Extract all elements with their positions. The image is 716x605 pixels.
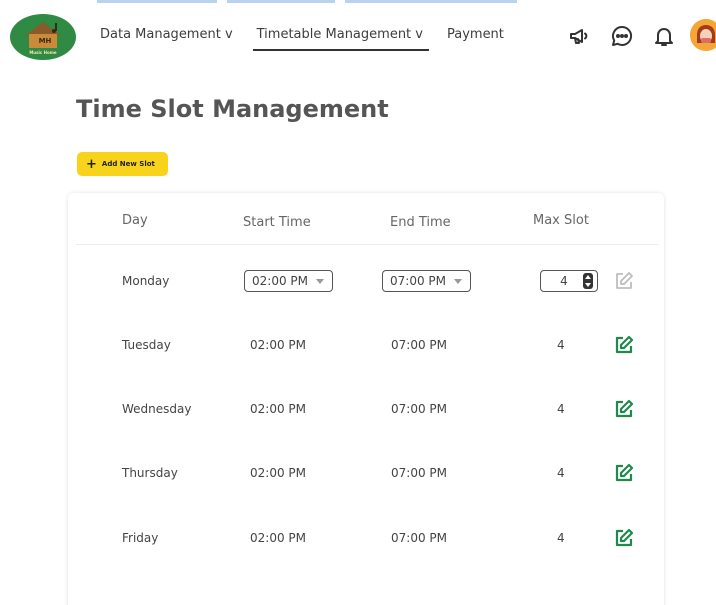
row-day: Thursday [122, 466, 178, 480]
table-row: Tuesday 02:00 PM 07:00 PM 4 [68, 335, 664, 402]
edit-icon[interactable] [614, 335, 634, 355]
nav-payment[interactable]: Payment [447, 27, 504, 42]
main-nav: Data Management v Timetable Management v… [100, 27, 528, 51]
start-time-select[interactable]: 02:00 PM [244, 270, 333, 292]
app-logo[interactable]: MH Music Home [10, 14, 76, 60]
table-row: Thursday 02:00 PM 07:00 PM 4 [68, 463, 664, 530]
chat-icon[interactable] [610, 24, 634, 48]
nav-data-management[interactable]: Data Management v [100, 27, 233, 42]
chevron-down-icon [316, 279, 324, 284]
row-max-slot: 4 [557, 402, 565, 416]
row-start-time: 02:00 PM [250, 466, 306, 480]
table-row: Wednesday 02:00 PM 07:00 PM 4 [68, 399, 664, 466]
row-day: Friday [122, 531, 159, 545]
max-slot-stepper[interactable]: 4 [540, 270, 598, 292]
plus-icon: + [86, 156, 97, 172]
time-slot-table: Day Start Time End Time Max Slot Monday … [68, 193, 664, 605]
logo-subtitle: Music Home [29, 50, 57, 55]
row-end-time: 07:00 PM [391, 531, 447, 545]
end-time-value: 07:00 PM [390, 274, 446, 288]
header-start-time: Start Time [243, 215, 311, 230]
header-max-slot: Max Slot [533, 213, 589, 228]
table-row-editing: Monday 02:00 PM 07:00 PM 4 [68, 270, 664, 334]
page-title: Time Slot Management [76, 95, 389, 123]
logo-initials: MH [38, 37, 52, 45]
chevron-down-icon [454, 279, 462, 284]
bell-icon[interactable] [652, 24, 676, 48]
row-end-time: 07:00 PM [391, 466, 447, 480]
edit-icon[interactable] [614, 463, 634, 483]
edit-icon-disabled [614, 271, 634, 291]
top-header: MH Music Home Data Management v Timetabl… [0, 0, 716, 72]
header-day: Day [122, 213, 148, 228]
megaphone-icon[interactable] [568, 24, 592, 48]
row-day: Wednesday [122, 402, 192, 416]
table-row: Friday 02:00 PM 07:00 PM 4 [68, 528, 664, 595]
user-avatar[interactable] [690, 19, 716, 51]
row-start-time: 02:00 PM [250, 402, 306, 416]
row-start-time: 02:00 PM [250, 338, 306, 352]
row-end-time: 07:00 PM [391, 338, 447, 352]
row-start-time: 02:00 PM [250, 531, 306, 545]
edit-icon[interactable] [614, 528, 634, 548]
header-divider [76, 244, 658, 245]
table-header: Day Start Time End Time Max Slot [68, 193, 664, 245]
start-time-value: 02:00 PM [252, 274, 308, 288]
row-day: Tuesday [122, 338, 171, 352]
max-slot-value: 4 [560, 274, 568, 288]
row-max-slot: 4 [557, 466, 565, 480]
edit-icon[interactable] [614, 399, 634, 419]
end-time-select[interactable]: 07:00 PM [382, 270, 471, 292]
add-new-slot-button[interactable]: + Add New Slot [77, 152, 168, 176]
row-day: Monday [122, 274, 170, 288]
add-new-slot-label: Add New Slot [101, 160, 155, 168]
nav-timetable-management[interactable]: Timetable Management v [252, 27, 430, 51]
stepper-arrows-icon[interactable] [583, 273, 593, 289]
header-end-time: End Time [390, 215, 451, 230]
row-end-time: 07:00 PM [391, 402, 447, 416]
row-max-slot: 4 [557, 531, 565, 545]
row-max-slot: 4 [557, 338, 565, 352]
